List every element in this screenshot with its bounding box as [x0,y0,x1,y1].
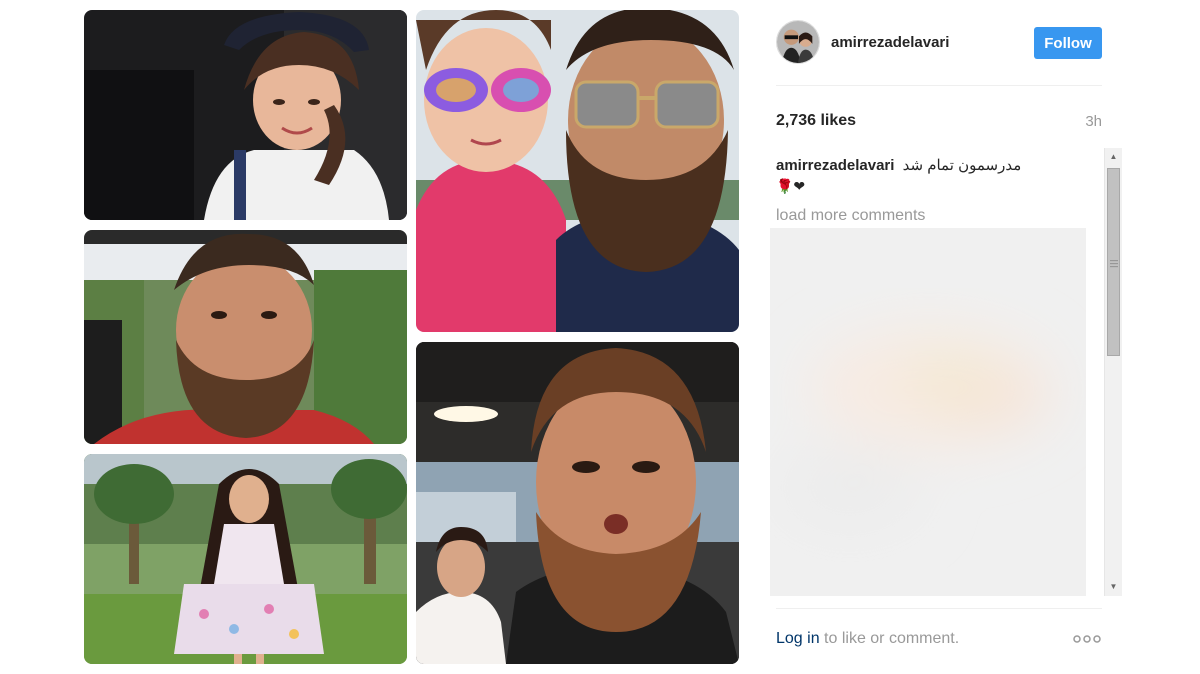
more-options-icon[interactable] [1072,631,1102,647]
photo-girl-in-car[interactable] [84,10,407,220]
login-prompt: Log in to like or comment. [776,630,959,648]
comments-scrollbar[interactable]: ▲ — — — ▼ [1104,148,1122,596]
caption-text: مدرسمون تمام شد [902,157,1022,174]
caption-username[interactable]: amirrezadelavari [776,157,894,174]
scroll-up-arrow-icon[interactable]: ▲ [1105,148,1122,165]
photo-girl-in-garden[interactable] [84,454,407,664]
scroll-down-arrow-icon[interactable]: ▼ [1105,578,1122,595]
comments-section: amirrezadelavari مدرسمون تمام شد 🌹❤ load… [770,148,1122,596]
login-link[interactable]: Log in [776,630,820,647]
load-more-comments-link[interactable]: load more comments [776,207,925,225]
login-prompt-text: to like or comment. [819,630,960,647]
photo-collage [84,10,739,665]
photo-selfie-sunglasses[interactable] [416,10,739,332]
post-time[interactable]: 3h [1072,113,1102,130]
likes-count[interactable]: 2,736 likes [776,112,856,130]
post-footer: Log in to like or comment. [776,608,1102,668]
photo-car-night-selfie[interactable] [416,342,739,664]
avatar[interactable] [776,20,820,64]
blurred-comments-area [770,228,1086,596]
photo-man-in-car[interactable] [84,230,407,444]
grip-icon: — — — [1110,256,1118,271]
caption-emoji: 🌹❤ [776,178,806,194]
username[interactable]: amirrezadelavari [831,34,949,51]
post-header: amirrezadelavari Follow [776,20,1102,86]
post-side-panel: amirrezadelavari Follow 2,736 likes 3h a… [770,0,1128,674]
follow-button[interactable]: Follow [1034,27,1102,59]
scrollbar-thumb[interactable]: — — — [1107,168,1120,356]
caption: amirrezadelavari مدرسمون تمام شد [776,156,1096,176]
